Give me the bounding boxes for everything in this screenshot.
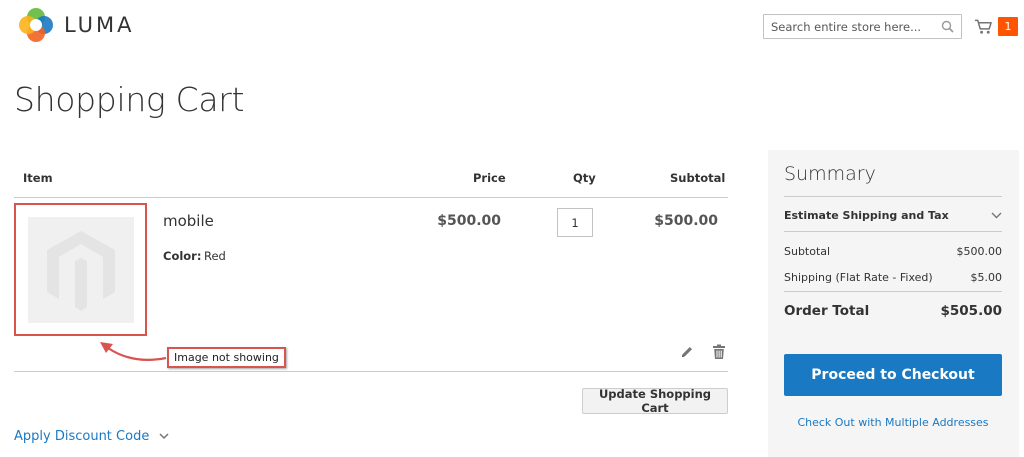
column-header-item: Item [23, 171, 53, 185]
mini-cart-link[interactable]: 1 [974, 15, 1018, 37]
item-price: $500.00 [437, 213, 501, 229]
apply-discount-toggle[interactable]: Apply Discount Code [14, 429, 169, 444]
update-cart-button[interactable]: Update Shopping Cart [582, 387, 728, 415]
subtotal-label: Subtotal [784, 245, 831, 258]
chevron-down-icon [159, 433, 169, 440]
apply-discount-label: Apply Discount Code [14, 429, 150, 444]
annotation-label: Image not showing [167, 347, 286, 368]
store-logo[interactable]: LUMA [18, 8, 138, 42]
order-total-row: Order Total $505.00 [784, 303, 1002, 319]
chevron-down-icon [991, 212, 1002, 218]
summary-shipping-row: Shipping (Flat Rate - Fixed) $5.00 [784, 271, 1002, 284]
order-total-value: $505.00 [940, 303, 1003, 319]
column-header-subtotal: Subtotal [670, 171, 726, 185]
product-name[interactable]: mobile [163, 212, 214, 230]
page-title: Shopping Cart [14, 80, 245, 119]
placeholder-image-icon [46, 230, 115, 311]
search-input[interactable] [764, 15, 940, 38]
cart-icon [974, 19, 992, 34]
multi-address-checkout-link[interactable]: Check Out with Multiple Addresses [784, 416, 1002, 429]
table-header-divider [14, 197, 728, 198]
item-subtotal: $500.00 [654, 213, 718, 229]
shipping-value: $5.00 [970, 271, 1003, 284]
summary-subtotal-row: Subtotal $500.00 [784, 245, 1002, 258]
proceed-to-checkout-button[interactable]: Proceed to Checkout [784, 354, 1002, 396]
trash-icon[interactable] [711, 344, 727, 360]
order-total-label: Order Total [784, 303, 870, 319]
cart-count-badge: 1 [998, 16, 1018, 36]
subtotal-value: $500.00 [956, 245, 1003, 258]
summary-divider [784, 231, 1002, 232]
estimate-shipping-label: Estimate Shipping and Tax [784, 208, 949, 222]
summary-divider [784, 196, 1002, 197]
edit-icon[interactable] [679, 344, 695, 360]
logo-text: LUMA [64, 13, 135, 37]
product-image-highlight[interactable] [14, 203, 147, 336]
product-image [27, 216, 134, 323]
table-footer-divider [14, 371, 728, 372]
column-header-qty: Qty [573, 171, 596, 185]
product-option-value: Red [204, 249, 226, 263]
search-box [763, 14, 962, 39]
search-icon[interactable] [939, 19, 955, 35]
column-header-price: Price [473, 171, 506, 185]
product-option-label: Color: [163, 249, 202, 263]
summary-title: Summary [784, 163, 876, 185]
luma-logo-icon [19, 8, 53, 42]
qty-input[interactable] [557, 208, 593, 237]
estimate-shipping-toggle[interactable]: Estimate Shipping and Tax [784, 206, 1002, 224]
shipping-label: Shipping (Flat Rate - Fixed) [784, 271, 933, 284]
annotation-arrow-icon [100, 342, 167, 361]
summary-divider [784, 291, 1002, 292]
